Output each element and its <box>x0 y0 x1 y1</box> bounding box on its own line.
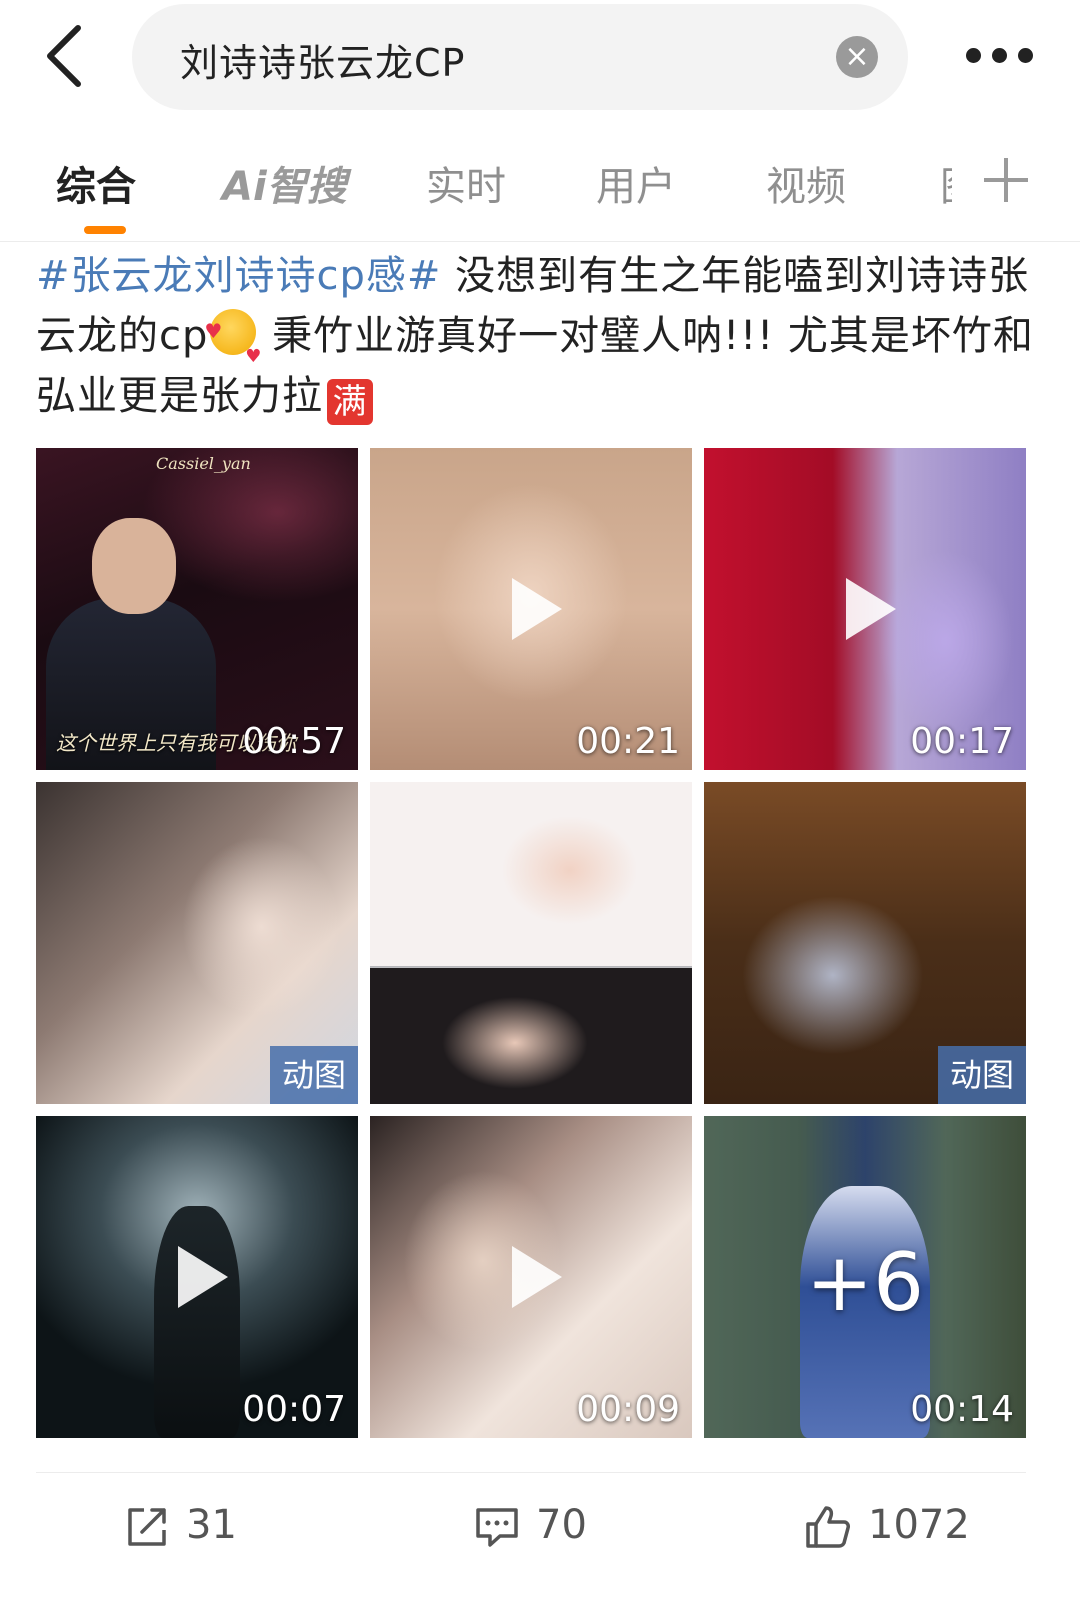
media-tile-5[interactable] <box>370 782 692 1104</box>
video-duration: 00:09 <box>576 1389 680 1430</box>
media-tile-9[interactable]: +6 00:14 <box>704 1116 1026 1438</box>
share-count: 31 <box>186 1502 237 1548</box>
comment-icon <box>476 1508 518 1547</box>
post-hashtag[interactable]: #张云龙刘诗诗cp感# <box>36 253 441 299</box>
comment-button[interactable]: 70 <box>474 1498 604 1554</box>
media-tile-2[interactable]: 00:21 <box>370 448 692 770</box>
media-image-top <box>370 782 692 966</box>
share-icon <box>128 1508 166 1546</box>
more-media-count: +6 <box>806 1236 924 1329</box>
footer-divider <box>36 1472 1026 1473</box>
media-grid: Cassiel_yan 这个世界上只有我可以伤你 00:57 00:21 00:… <box>36 448 1026 1438</box>
smiling-face-with-hearts-icon <box>204 301 262 387</box>
tab-ai-search[interactable]: Ai智搜 <box>222 154 347 212</box>
play-icon <box>178 1246 228 1308</box>
tab-realtime[interactable]: 实时 <box>426 154 506 212</box>
add-tab-icon[interactable] <box>982 156 1030 204</box>
media-image-bottom <box>370 968 692 1104</box>
media-tile-6[interactable]: 动图 <box>704 782 1026 1104</box>
tab-comprehensive[interactable]: 综合 <box>56 154 136 212</box>
media-tile-8[interactable]: 00:09 <box>370 1116 692 1438</box>
thumbs-up-icon <box>806 1506 850 1548</box>
video-duration: 00:07 <box>242 1389 346 1430</box>
play-icon <box>846 578 896 640</box>
gif-badge: 动图 <box>270 1046 358 1104</box>
tab-videos[interactable]: 视频 <box>766 154 846 212</box>
active-tab-indicator <box>84 226 126 234</box>
media-watermark: Cassiel_yan <box>156 454 251 473</box>
search-input[interactable]: 刘诗诗张云龙CP × <box>132 4 908 110</box>
gif-badge: 动图 <box>938 1046 1026 1104</box>
more-options-icon[interactable] <box>962 40 1038 70</box>
video-duration: 00:17 <box>910 721 1014 762</box>
full-emoji-icon: 满 <box>327 379 373 425</box>
play-icon <box>512 578 562 640</box>
media-tile-4[interactable]: 动图 <box>36 782 358 1104</box>
top-bar: 刘诗诗张云龙CP × <box>0 0 1080 118</box>
back-arrow-icon[interactable] <box>38 22 94 92</box>
media-tile-1[interactable]: Cassiel_yan 这个世界上只有我可以伤你 00:57 <box>36 448 358 770</box>
play-icon <box>512 1246 562 1308</box>
post-text: #张云龙刘诗诗cp感# 没想到有生之年能嗑到刘诗诗张云龙的cp 秉竹业游真好一对… <box>36 246 1036 426</box>
person-silhouette <box>154 1206 240 1438</box>
video-duration: 00:21 <box>576 721 680 762</box>
search-query: 刘诗诗张云龙CP <box>180 41 466 85</box>
tab-images-label: 图 <box>940 164 952 206</box>
media-tile-7[interactable]: 00:07 <box>36 1116 358 1438</box>
like-button[interactable]: 1072 <box>804 1498 974 1554</box>
media-tile-3[interactable]: 00:17 <box>704 448 1026 770</box>
tab-images[interactable]: 图 <box>940 154 952 206</box>
clear-search-icon[interactable]: × <box>836 36 878 78</box>
face-shape <box>92 518 176 614</box>
like-count: 1072 <box>868 1502 970 1548</box>
tab-users[interactable]: 用户 <box>596 154 676 212</box>
share-button[interactable]: 31 <box>124 1498 244 1554</box>
video-duration: 00:14 <box>910 1389 1014 1430</box>
search-tabs: 综合 Ai智搜 实时 用户 视频 图 <box>0 130 1080 242</box>
comment-count: 70 <box>536 1502 587 1548</box>
video-duration: 00:57 <box>242 721 346 762</box>
